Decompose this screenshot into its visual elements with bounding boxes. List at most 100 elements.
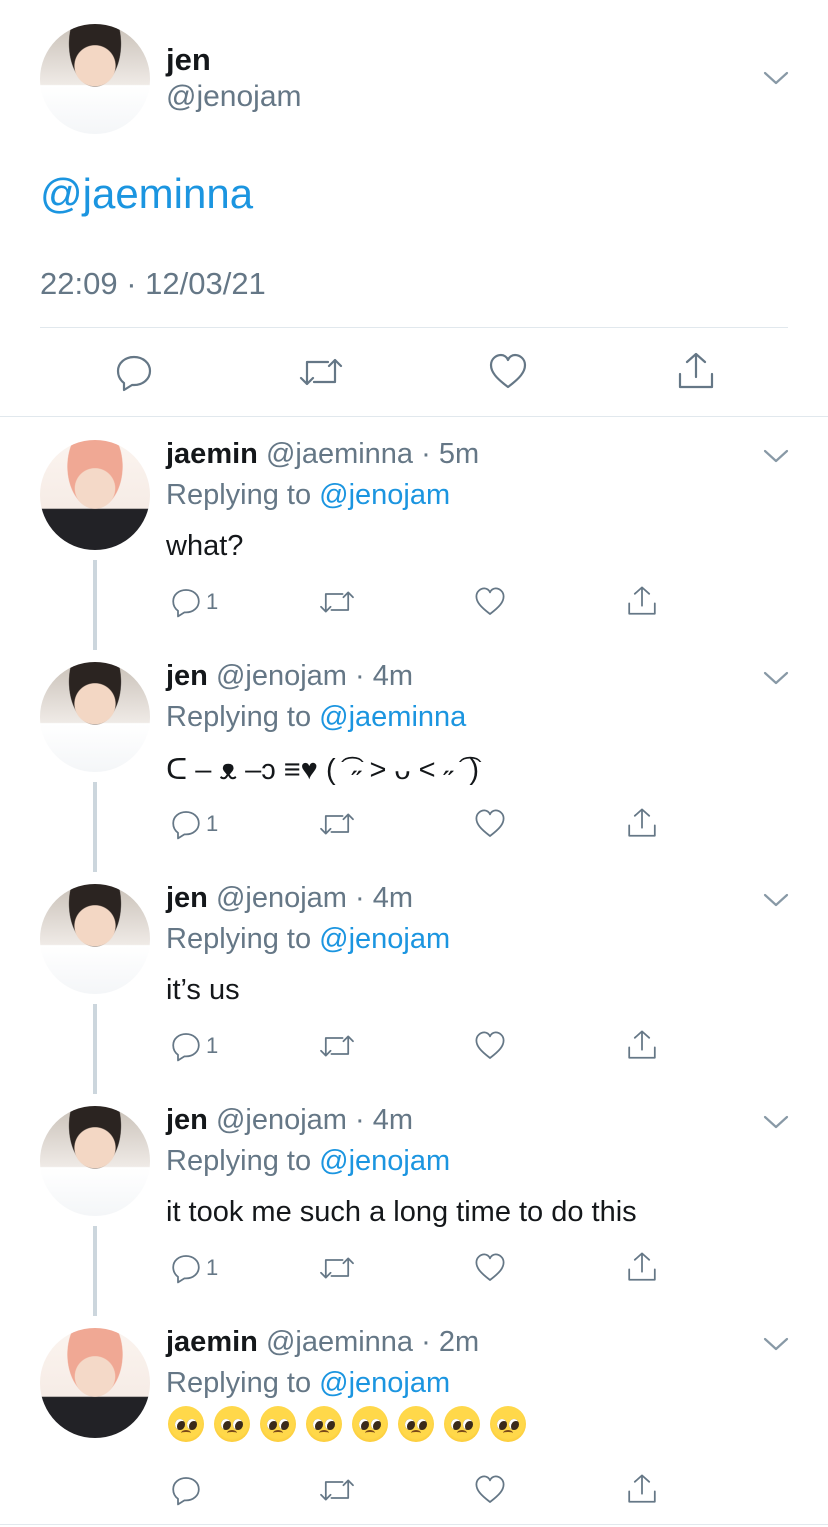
speech-bubble-icon	[172, 1033, 200, 1062]
chevron-down-icon[interactable]	[763, 70, 789, 86]
reply-button[interactable]	[170, 1474, 206, 1506]
reply-avatar[interactable]	[40, 884, 150, 994]
author-avatar[interactable]	[40, 24, 150, 134]
reply-avatar[interactable]	[40, 662, 150, 772]
pleading-face-emoji	[214, 1406, 250, 1442]
pleading-face-emoji	[168, 1406, 204, 1442]
like-button[interactable]	[474, 1030, 506, 1067]
reply-header[interactable]: jen @jenojam · 4m	[166, 660, 413, 693]
reply-handle-time[interactable]: @jenojam · 4m	[216, 882, 413, 914]
reply-header[interactable]: jaemin @jaeminna · 2m	[166, 1326, 479, 1359]
reply-avatar[interactable]	[40, 1328, 150, 1438]
chevron-down-icon[interactable]	[763, 1114, 789, 1130]
reply-button[interactable]: 1	[170, 808, 218, 840]
replying-to: Replying to @jenojam	[166, 1367, 450, 1400]
reply-button[interactable]: 1	[170, 586, 218, 618]
retweet-icon	[320, 1035, 354, 1057]
reply-count: 1	[206, 1255, 219, 1280]
pleading-face-emoji	[444, 1406, 480, 1442]
reply-text: it took me such a long time to do this	[166, 1196, 637, 1228]
like-button[interactable]	[488, 352, 528, 397]
retweet-icon	[299, 358, 343, 386]
reply-button[interactable]: 1	[170, 1030, 218, 1062]
share-icon	[628, 586, 656, 615]
replying-to-handle[interactable]: @jenojam	[319, 1367, 450, 1399]
share-button[interactable]	[626, 1028, 658, 1067]
replying-to-handle[interactable]: @jenojam	[319, 923, 450, 955]
share-icon	[628, 1252, 656, 1281]
replying-to: Replying to @jenojam	[166, 923, 450, 956]
reply-handle-time[interactable]: @jaeminna · 5m	[266, 438, 479, 470]
replying-to-label: Replying to	[166, 479, 312, 511]
reply-header[interactable]: jen @jenojam · 4m	[166, 882, 413, 915]
reply-header[interactable]: jen @jenojam · 4m	[166, 1104, 413, 1137]
author-handle[interactable]: @jenojam	[166, 80, 302, 114]
reply-text: it’s us	[166, 974, 240, 1006]
retweet-icon	[320, 1479, 354, 1501]
reply-author-name[interactable]: jen	[166, 882, 208, 914]
heart-icon	[475, 809, 505, 837]
reply-header[interactable]: jaemin @jaeminna · 5m	[166, 438, 479, 471]
reply-button[interactable]: 1	[170, 1252, 218, 1284]
reply-avatar[interactable]	[40, 440, 150, 550]
replying-to-handle[interactable]: @jenojam	[319, 479, 450, 511]
retweet-icon	[320, 1257, 354, 1279]
pleading-face-emoji	[398, 1406, 434, 1442]
replying-to-handle[interactable]: @jenojam	[319, 1145, 450, 1177]
retweet-button[interactable]	[318, 1252, 356, 1289]
replying-to-label: Replying to	[166, 923, 312, 955]
reply-handle-time[interactable]: @jenojam · 4m	[216, 1104, 413, 1136]
like-button[interactable]	[474, 1474, 506, 1511]
share-button[interactable]	[626, 806, 658, 845]
reply-handle-time[interactable]: @jenojam · 4m	[216, 660, 413, 692]
retweet-button[interactable]	[318, 586, 356, 623]
share-icon	[628, 808, 656, 837]
reply-author-name[interactable]: jen	[166, 1104, 208, 1136]
reply-author-name[interactable]: jaemin	[166, 1326, 258, 1358]
replying-to-handle[interactable]: @jaeminna	[319, 701, 466, 733]
replying-to: Replying to @jenojam	[166, 479, 450, 512]
like-button[interactable]	[474, 1252, 506, 1289]
share-button[interactable]	[676, 350, 716, 397]
chevron-down-icon[interactable]	[763, 1336, 789, 1352]
retweet-button[interactable]	[318, 1030, 356, 1067]
speech-bubble-icon	[172, 589, 200, 618]
thread-line	[93, 1226, 97, 1316]
heart-icon	[475, 1031, 505, 1059]
thread-line	[93, 782, 97, 872]
reply-text: ᑕ – ᴥ –ↄ ≡♥ ( ͡ ˶ ˃ ᴗ ˂ ˶ ͡ )	[166, 754, 480, 786]
chevron-down-icon[interactable]	[763, 892, 789, 908]
pleading-face-emoji	[352, 1406, 388, 1442]
reply-author-name[interactable]: jaemin	[166, 438, 258, 470]
reply-handle-time[interactable]: @jaeminna · 2m	[266, 1326, 479, 1358]
like-button[interactable]	[474, 808, 506, 845]
retweet-button[interactable]	[318, 1474, 356, 1511]
divider	[40, 327, 788, 328]
speech-bubble-icon	[172, 1255, 200, 1284]
replying-to-label: Replying to	[166, 701, 312, 733]
tweet-text[interactable]: @jaeminna	[40, 170, 253, 218]
chevron-down-icon[interactable]	[763, 670, 789, 686]
reply-button[interactable]	[114, 352, 154, 397]
divider	[0, 416, 828, 417]
share-button[interactable]	[626, 1250, 658, 1289]
share-button[interactable]	[626, 1472, 658, 1511]
reply-avatar[interactable]	[40, 1106, 150, 1216]
tweet-timestamp: 22:09 · 12/03/21	[40, 266, 266, 301]
author-name[interactable]: jen	[166, 42, 211, 78]
heart-icon	[489, 353, 527, 389]
chevron-down-icon[interactable]	[763, 448, 789, 464]
retweet-button[interactable]	[318, 808, 356, 845]
reply-count: 1	[206, 1033, 219, 1058]
share-icon	[628, 1030, 656, 1059]
retweet-icon	[320, 813, 354, 835]
heart-icon	[475, 587, 505, 615]
like-button[interactable]	[474, 586, 506, 623]
replying-to-label: Replying to	[166, 1145, 312, 1177]
retweet-button[interactable]	[298, 352, 344, 397]
pleading-face-emoji	[306, 1406, 342, 1442]
divider	[0, 1524, 828, 1525]
reply-author-name[interactable]: jen	[166, 660, 208, 692]
retweet-icon	[320, 591, 354, 613]
share-button[interactable]	[626, 584, 658, 623]
